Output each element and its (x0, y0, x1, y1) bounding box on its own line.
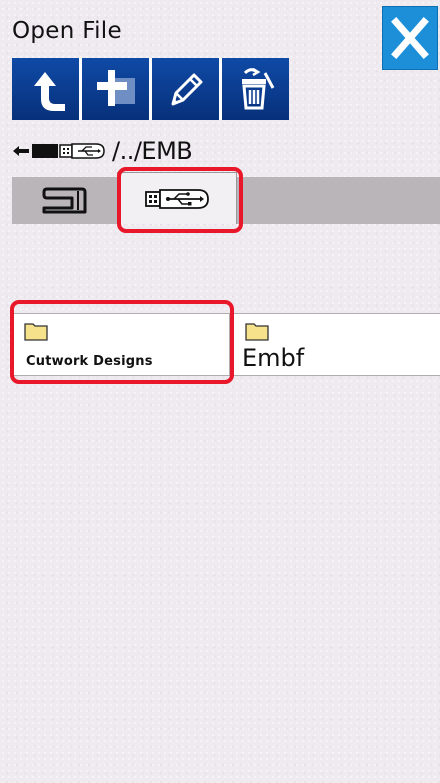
rename-button[interactable] (152, 58, 222, 120)
window-title: Open File (12, 18, 122, 44)
usb-icon (145, 188, 209, 209)
device-tab-strip (12, 172, 440, 224)
up-arrow-icon (33, 72, 65, 111)
toolbar (12, 58, 289, 120)
pencil-icon (171, 73, 202, 106)
folder-item-embf[interactable]: Embf (233, 313, 440, 376)
path-text: /../EMB (112, 137, 193, 165)
new-folder-button[interactable] (82, 58, 152, 120)
up-folder-button[interactable] (12, 58, 82, 120)
folder-label: Cutwork Designs (26, 354, 153, 369)
trash-icon (241, 67, 274, 110)
add-folder-icon (96, 70, 135, 106)
folder-icon (245, 323, 269, 341)
folder-icon (24, 323, 48, 341)
breadcrumb: /../EMB (12, 136, 193, 166)
back-arrow-icon (13, 146, 29, 156)
sewing-machine-icon (42, 187, 86, 213)
tab-usb[interactable] (117, 172, 237, 224)
close-button[interactable] (382, 6, 438, 70)
usb-drive-icon (32, 143, 105, 159)
folder-label: Embf (242, 344, 305, 372)
tab-machine[interactable] (12, 177, 115, 224)
delete-button[interactable] (222, 58, 289, 120)
title-bar: Open File (0, 0, 440, 58)
close-icon (391, 17, 429, 59)
folder-item-cutwork-designs[interactable]: Cutwork Designs (12, 313, 230, 376)
